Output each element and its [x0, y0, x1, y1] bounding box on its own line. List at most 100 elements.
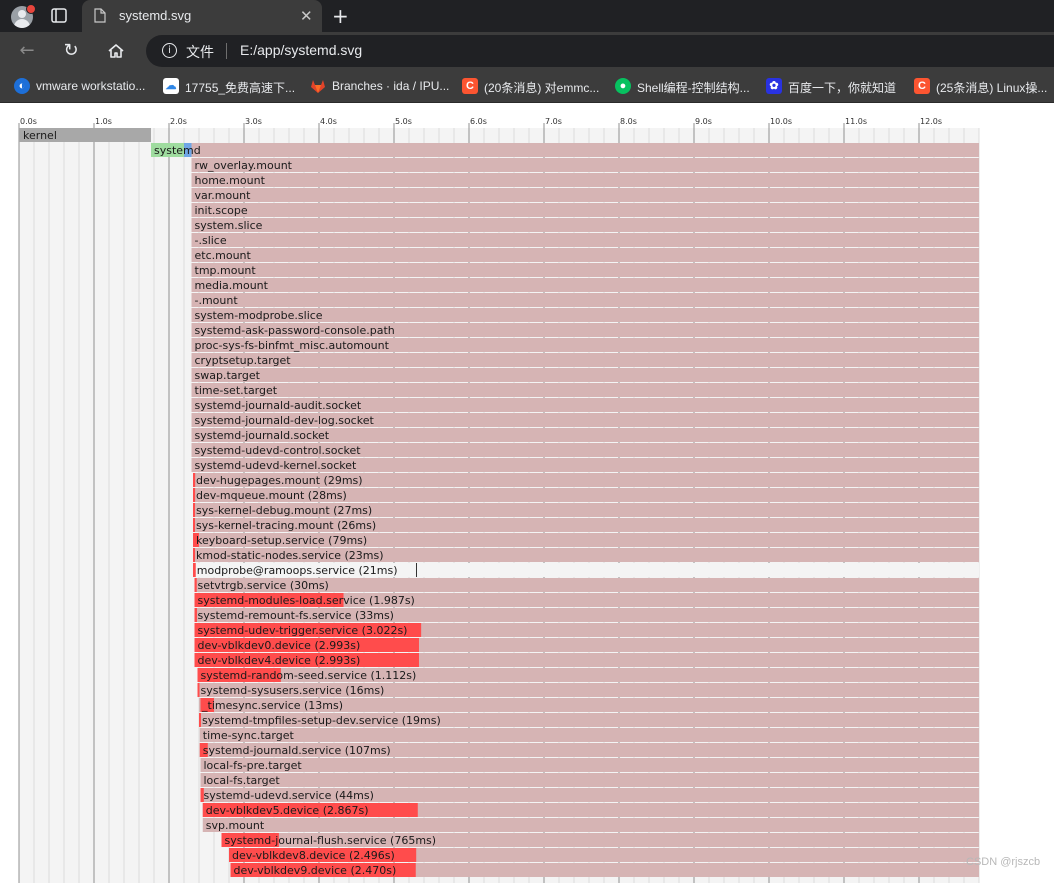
unit-label: dev-vblkdev8.device (2.496s) — [232, 849, 395, 862]
tick-label: 7.0s — [545, 117, 562, 126]
unit-label: etc.mount — [195, 249, 252, 262]
bar-unit-bg — [191, 188, 979, 202]
bar-unit-bg — [202, 818, 979, 832]
unit-label: svp.mount — [206, 819, 265, 832]
unit-label: systemd — [154, 144, 201, 157]
bar-unit-bg — [191, 233, 979, 247]
csdn-watermark: CSDN @rjszcb — [966, 856, 1041, 868]
unit-label: systemd-udevd.service (44ms) — [204, 789, 374, 802]
bookmark-label: (25条消息) Linux操... — [936, 81, 1048, 95]
unit-label: systemd-journal-flush.service (765ms) — [225, 834, 437, 847]
unit-label: systemd-modules-load.service (1.987s) — [198, 594, 415, 607]
gitlab-icon — [310, 78, 326, 94]
unit-label: systemd-ask-password-console.path — [195, 324, 395, 337]
unit-label: rw_overlay.mount — [195, 159, 293, 172]
bar-unit-active — [193, 503, 196, 517]
browser-titlebar: systemd.svg ✕ + — [0, 0, 1054, 32]
new-tab-icon[interactable]: + — [332, 4, 349, 28]
bookmark-label: vmware workstatio... — [36, 79, 146, 93]
unit-label: setvtrgb.service (30ms) — [198, 579, 329, 592]
unit-label: systemd-journald.socket — [195, 429, 330, 442]
bar-systemd-bg — [151, 143, 979, 157]
bar-unit-bg — [191, 218, 979, 232]
tick-label: 0.0s — [20, 117, 37, 126]
unit-label: sys-kernel-debug.mount (27ms) — [196, 504, 372, 517]
bar-unit-active — [193, 473, 196, 487]
bookmark-label: 17755_免费高速下... — [185, 81, 296, 95]
close-tab-icon[interactable]: ✕ — [300, 7, 313, 25]
cloud-icon: ☁ — [163, 78, 179, 94]
tick-label: 8.0s — [620, 117, 637, 126]
bookmark-label: Branches · ida / IPU... — [332, 79, 450, 93]
unit-label: -.slice — [195, 234, 227, 247]
unit-label: kmod-static-nodes.service (23ms) — [196, 549, 384, 562]
bookmark-label: (20条消息) 对emmc... — [484, 81, 600, 95]
bar-unit-bg — [191, 158, 979, 172]
bar-unit-active — [193, 488, 196, 502]
bar-unit-bg — [199, 728, 979, 742]
file-icon — [94, 8, 106, 23]
unit-label: systemd-random-seed.service (1.112s) — [201, 669, 417, 682]
unit-label: systemd-journald-dev-log.socket — [195, 414, 375, 427]
bar-unit-active — [193, 548, 195, 562]
unit-label: local-fs-pre.target — [204, 759, 303, 772]
unit-label: dev-mqueue.mount (28ms) — [196, 489, 347, 502]
info-icon[interactable]: i — [162, 43, 177, 58]
unit-label: systemd-udev-trigger.service (3.022s) — [198, 624, 408, 637]
address-separator — [226, 43, 227, 59]
url-text[interactable]: E:/app/systemd.svg — [240, 42, 362, 58]
unit-label: dev-vblkdev0.device (2.993s) — [198, 639, 361, 652]
bar-unit-bg — [191, 383, 979, 397]
unit-label: proc-sys-fs-binfmt_misc.automount — [195, 339, 390, 352]
reload-icon[interactable]: ↻ — [59, 39, 83, 63]
unit-label: systemd-tmpfiles-setup-dev.service (19ms… — [202, 714, 441, 727]
tick-label: 12.0s — [920, 117, 942, 126]
bar-unit-bg — [191, 173, 979, 187]
address-bar[interactable]: i 文件 E:/app/systemd.svg — [146, 35, 1054, 67]
bootchart-svg: 0.0s 1.0s 2.0s 3.0s 4.0s 5.0s 6.0s 7.0s 8.0s 9.0s… — [18, 117, 980, 883]
unit-label: dev-vblkdev9.device (2.470s) — [234, 864, 397, 877]
unit-label: init.scope — [195, 204, 248, 217]
bookmark-label: 百度一下，你就知道 — [788, 81, 897, 95]
bar-unit-bg — [191, 278, 979, 292]
home-icon[interactable] — [104, 39, 128, 63]
baidu-icon: ✿ — [766, 78, 782, 94]
unit-label: dev-hugepages.mount (29ms) — [196, 474, 363, 487]
bar-unit-active — [193, 563, 196, 577]
bar-unit-bg — [191, 248, 979, 262]
bar-unit-bg — [191, 263, 979, 277]
unit-label: modprobe@ramoops.service (21ms) — [197, 564, 398, 577]
unit-label: systemd-remount-fs.service (33ms) — [198, 609, 394, 622]
tick-label: 1.0s — [95, 117, 112, 126]
bar-unit-active — [194, 578, 197, 592]
tick-label: 9.0s — [695, 117, 712, 126]
unit-label: -.mount — [195, 294, 239, 307]
unit-label: systemd-udevd-control.socket — [195, 444, 362, 457]
unit-label: time-sync.target — [203, 729, 295, 742]
profile-notification-dot — [26, 4, 36, 14]
tick-label: 11.0s — [845, 117, 867, 126]
unit-label: cryptsetup.target — [195, 354, 292, 367]
unit-label: var.mount — [195, 189, 252, 202]
tick-label: 10.0s — [770, 117, 792, 126]
bar-unit-bg — [191, 353, 979, 367]
tab-systemd-svg[interactable]: systemd.svg ✕ — [82, 0, 322, 32]
bar-unit-bg — [200, 758, 979, 772]
unit-label: _timesync.service (13ms) — [201, 699, 343, 712]
unit-label: sys-kernel-tracing.mount (26ms) — [196, 519, 376, 532]
tick-label: 2.0s — [170, 117, 187, 126]
bar-unit-active — [197, 683, 200, 697]
unit-label: dev-vblkdev4.device (2.993s) — [198, 654, 361, 667]
csdn-icon: C — [462, 78, 478, 94]
tick-label: 3.0s — [245, 117, 262, 126]
unit-label: dev-vblkdev5.device (2.867s) — [206, 804, 369, 817]
tick-label: 6.0s — [470, 117, 487, 126]
back-arrow-icon[interactable]: ← — [15, 39, 39, 63]
bar-unit-bg — [191, 368, 979, 382]
address-chip[interactable]: 文件 — [186, 42, 214, 62]
tick-label: 4.0s — [320, 117, 337, 126]
tab-actions-icon[interactable] — [49, 7, 69, 25]
bar-unit-bg — [200, 773, 979, 787]
unit-label: systemd-journald-audit.socket — [195, 399, 362, 412]
tab-title: systemd.svg — [119, 8, 192, 23]
